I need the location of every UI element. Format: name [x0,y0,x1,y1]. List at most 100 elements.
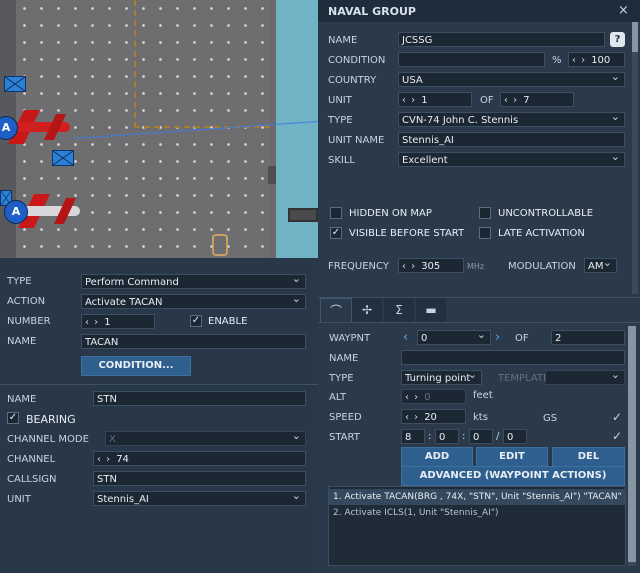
divider [318,322,640,323]
hidden-on-map-checkbox[interactable] [330,207,342,219]
number-label: NUMBER [7,316,51,327]
waypoint-type-select[interactable]: Turning point [401,370,482,385]
waypoint-actions-list[interactable]: 1. Activate TACAN(BRG , 74X, "STN", Unit… [328,486,626,566]
tab-aircraft[interactable]: ✢ [352,298,382,322]
unit-total-stepper[interactable]: ‹ › 7 [500,92,574,107]
type-label: TYPE [7,276,32,287]
deck-area-outline [134,0,270,128]
close-icon[interactable]: × [618,3,629,18]
skill-select[interactable]: Excellent [398,152,625,167]
number-stepper[interactable]: ‹ › 1 [81,314,155,329]
tab-summary[interactable]: Σ [384,298,414,322]
condition-button[interactable]: CONDITION... [81,356,191,376]
start-hour-field[interactable]: 0 [435,429,459,444]
unit-number-stepper[interactable]: ‹ › 1 [398,92,472,107]
modulation-select[interactable]: AM [584,258,617,273]
advanced-waypoint-actions-button[interactable]: ADVANCED (WAYPOINT ACTIONS) [401,466,625,486]
stepper-arrows-icon[interactable]: ‹ › [85,317,99,328]
callsign-label: CALLSIGN [7,474,57,485]
add-waypoint-button[interactable]: ADD [401,447,473,467]
stepper-arrows-icon[interactable]: ‹ › [405,412,419,423]
channel-mode-label: CHANNEL MODE [7,434,89,445]
command-name-field[interactable]: TACAN [81,334,306,349]
altitude-unit: feet [473,390,493,401]
enable-checkbox[interactable]: ✓ [190,315,202,327]
stepper-arrows-icon[interactable]: ‹ › [504,95,518,106]
unit-number-value: 1 [421,95,428,106]
altitude-stepper[interactable]: ‹ › 0 [401,389,466,404]
probability-stepper[interactable]: ‹ › 100 [568,52,625,67]
waypoint-total-field[interactable]: 2 [551,330,625,345]
waypoint-scrollbar-thumb[interactable] [628,326,636,562]
skill-label: SKILL [328,155,355,166]
stepper-arrows-icon[interactable]: ‹ › [97,454,111,465]
deck-elevator [288,208,318,222]
stepper-arrows-icon[interactable]: ‹ › [402,95,416,106]
gs-check-icon[interactable]: ✓ [612,410,622,424]
stepper-arrows-icon[interactable]: ‹ › [572,55,586,66]
waypoint-select[interactable]: 0 [417,330,491,345]
late-activation-label: LATE ACTIVATION [498,228,585,239]
channel-stepper[interactable]: ‹ › 74 [93,451,306,466]
frequency-stepper[interactable]: ‹ › 305 [398,258,464,273]
visible-before-start-checkbox[interactable]: ✓ [330,227,342,239]
route-icon: ⌒ [329,304,342,318]
start-check-icon[interactable]: ✓ [612,429,622,443]
number-value: 1 [104,317,111,328]
speed-label: SPEED [329,412,362,423]
help-icon[interactable]: ? [610,32,625,47]
unit-total-value: 7 [523,95,530,106]
late-activation-checkbox[interactable] [479,227,491,239]
bearing-checkbox[interactable]: ✓ [7,412,19,424]
unit-type-select[interactable]: CVN-74 John C. Stennis [398,112,625,127]
enable-label: ENABLE [208,316,248,327]
group-name-field[interactable]: JCSSG [398,32,605,47]
uncontrollable-label: UNCONTROLLABLE [498,208,594,219]
map-view[interactable]: A A [0,0,318,258]
uncontrollable-checkbox[interactable] [479,207,491,219]
next-waypoint-icon[interactable]: › [495,330,500,345]
edit-waypoint-button[interactable]: EDIT [476,447,548,467]
tacan-name-field[interactable]: STN [93,391,306,406]
altitude-label: ALT [329,392,347,403]
start-second-field[interactable]: 0 [503,429,527,444]
group-name-label: NAME [328,35,358,46]
country-label: COUNTRY [328,75,377,86]
prev-waypoint-icon[interactable]: ‹ [403,330,408,345]
country-select[interactable]: USA [398,72,625,87]
probability-value: 100 [591,55,611,66]
modulation-label: MODULATION [508,261,576,272]
unit-of-label: OF [480,95,494,106]
start-minute-field[interactable]: 0 [469,429,493,444]
speed-stepper[interactable]: ‹ › 20 [401,409,466,424]
percent-label: % [552,55,562,66]
unit-name-field[interactable]: Stennis_AI [398,132,625,147]
gs-label: GS [543,413,558,424]
template-select[interactable] [545,370,625,385]
list-item[interactable]: 2. Activate ICLS(1, Unit "Stennis_AI") [329,505,625,521]
list-item[interactable]: 1. Activate TACAN(BRG , 74X, "STN", Unit… [329,489,625,505]
tab-payload[interactable]: ▬ [416,298,446,322]
stepper-arrows-icon[interactable]: ‹ › [402,261,416,272]
condition-field[interactable] [398,52,545,67]
stepper-arrows-icon[interactable]: ‹ › [405,392,419,403]
callsign-field[interactable]: STN [93,471,306,486]
delete-waypoint-button[interactable]: DEL [552,447,625,467]
frequency-value: 305 [421,261,441,272]
unit-marker-icon[interactable] [52,150,74,166]
waypoint-of-label: OF [515,333,529,344]
action-select[interactable]: Activate TACAN [81,294,306,309]
channel-mode-select[interactable]: X [105,431,306,446]
waypoint-name-field[interactable] [401,350,625,365]
faction-roundel-icon: A [4,200,28,224]
tab-route[interactable]: ⌒ [320,298,352,323]
unit-marker-icon[interactable] [4,76,26,92]
command-type-select[interactable]: Perform Command [81,274,306,289]
tacan-name-label: NAME [7,394,37,405]
speed-unit: kts [473,412,488,423]
panel-scrollbar[interactable] [632,22,638,294]
speed-value: 20 [424,412,437,423]
unit-select[interactable]: Stennis_AI [93,491,306,506]
panel-scrollbar-thumb[interactable] [632,22,638,52]
start-day-field[interactable]: 8 [401,429,425,444]
